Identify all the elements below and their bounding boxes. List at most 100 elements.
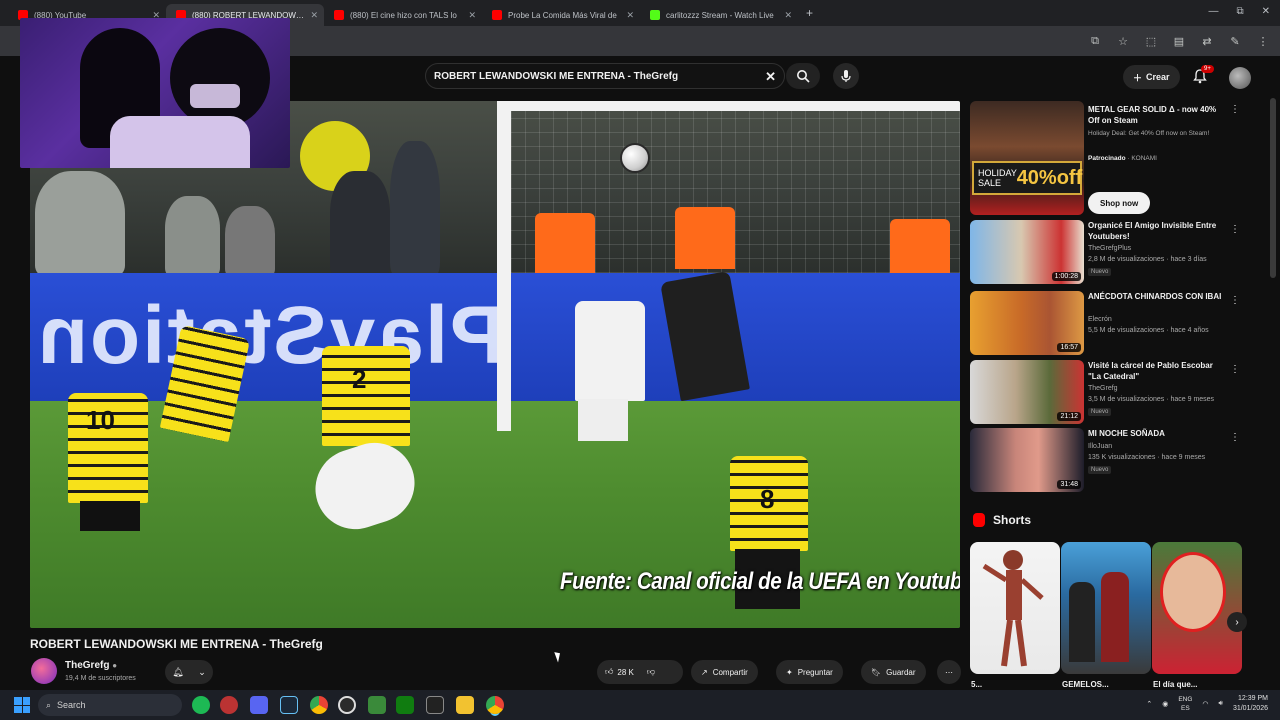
menu-icon[interactable]: ⋮ bbox=[1256, 34, 1270, 48]
clock-date: 31/01/2026 bbox=[1232, 705, 1268, 712]
duration-badge: 21:12 bbox=[1057, 412, 1081, 421]
browser-active-icon[interactable] bbox=[486, 696, 504, 714]
share-button[interactable]: ↗ Compartir bbox=[691, 660, 758, 684]
video-source-caption: Fuente: Canal oficial de la UEFA en Yout… bbox=[560, 568, 960, 595]
short-2[interactable] bbox=[1061, 542, 1151, 674]
screenshot-icon[interactable]: ⧉ bbox=[1088, 34, 1102, 48]
more-icon[interactable]: ⋮ bbox=[1230, 295, 1240, 306]
close-tab-icon[interactable]: ✕ bbox=[784, 10, 792, 21]
terminal-icon[interactable] bbox=[426, 696, 444, 714]
tray-app-icon[interactable]: ◉ bbox=[1162, 700, 1168, 708]
ad-thumbnail[interactable]: HOLIDAY SALE 40%off bbox=[970, 101, 1084, 215]
browser-tab-3[interactable]: (880) El cine hizo con TALS lo ✕ bbox=[324, 4, 482, 26]
search-query: ROBERT LEWANDOWSKI ME ENTRENA - TheGrefg bbox=[434, 70, 679, 82]
youtube-favicon-icon bbox=[492, 10, 502, 20]
create-button[interactable]: ＋ Crear bbox=[1123, 65, 1180, 89]
search-button[interactable] bbox=[786, 63, 820, 89]
share-icon: ↗ bbox=[701, 667, 708, 677]
like-dislike-group: 👍︎ 28 K 👎︎ bbox=[597, 660, 683, 684]
ask-button[interactable]: ✦ Preguntar bbox=[776, 660, 843, 684]
minimize-button[interactable]: — bbox=[1208, 6, 1218, 17]
close-tab-icon[interactable]: ✕ bbox=[468, 10, 476, 21]
region-code: ES bbox=[1181, 705, 1190, 712]
search-input[interactable]: ROBERT LEWANDOWSKI ME ENTRENA - TheGrefg… bbox=[425, 63, 785, 89]
browser-tab-5[interactable]: carlitozzz Stream - Watch Live ✕ bbox=[640, 4, 798, 26]
language-indicator[interactable]: ENG ES bbox=[1178, 695, 1192, 713]
translate-icon[interactable]: ⇄ bbox=[1200, 34, 1214, 48]
maximize-button[interactable]: ⧉ bbox=[1236, 6, 1243, 17]
extensions-icon[interactable]: ⬚ bbox=[1144, 34, 1158, 48]
channel-avatar[interactable] bbox=[31, 658, 57, 684]
sidebar-video-1[interactable]: 1:00:28 Organicé El Amigo Invisible Entr… bbox=[970, 220, 1270, 284]
browser-tab-4[interactable]: Probe La Comida Más Viral de ✕ bbox=[482, 4, 640, 26]
share-label: Compartir bbox=[712, 667, 748, 677]
voice-search-button[interactable] bbox=[833, 63, 859, 89]
save-button[interactable]: 🔖︎ Guardar bbox=[861, 660, 926, 684]
media-player-icon[interactable] bbox=[338, 696, 356, 714]
short-skeleton-figure bbox=[982, 550, 1044, 667]
sidebar-video-3[interactable]: 21:12 Visité la cárcel de Pablo Escobar … bbox=[970, 360, 1270, 424]
steam-icon[interactable] bbox=[280, 696, 298, 714]
volume-icon[interactable]: 🔊︎ bbox=[1219, 700, 1223, 708]
sidebar-video-2[interactable]: 16:57 ANÉCDOTA CHINARDOS CON IBAI Elecró… bbox=[970, 291, 1270, 355]
video-meta: 2,8 M de visualizaciones · hace 3 días bbox=[1088, 256, 1207, 263]
new-tab-button[interactable]: + bbox=[806, 6, 813, 20]
more-icon[interactable]: ⋮ bbox=[1230, 364, 1240, 375]
video-title: ANÉCDOTA CHINARDOS CON IBAI bbox=[1088, 292, 1222, 301]
wifi-icon[interactable]: ◠ bbox=[1202, 700, 1208, 708]
dislike-button[interactable]: 👎︎ bbox=[647, 667, 655, 677]
subscription-bell-button[interactable]: 🔔︎ ⌄ bbox=[165, 660, 213, 684]
bell-icon: 🔔︎ bbox=[172, 666, 184, 677]
ad-title[interactable]: METAL GEAR SOLID Δ - now 40% Off on Stea… bbox=[1088, 104, 1228, 126]
more-icon[interactable]: ⋮ bbox=[1230, 432, 1240, 443]
shorts-label: Shorts bbox=[993, 513, 1032, 527]
video-title: MI NOCHE SOÑADA bbox=[1088, 429, 1165, 438]
ad-more-icon[interactable]: ⋮ bbox=[1230, 104, 1240, 115]
short-3[interactable] bbox=[1152, 542, 1242, 674]
file-explorer-icon[interactable] bbox=[456, 696, 474, 714]
sidebar-video-4[interactable]: 31:48 MI NOCHE SOÑADA IlloJuan 135 K vis… bbox=[970, 428, 1270, 492]
page-scrollbar[interactable] bbox=[1270, 98, 1276, 278]
tray-chevron-icon[interactable]: ⌃ bbox=[1146, 700, 1152, 708]
short-caption: 5... bbox=[971, 680, 983, 689]
clear-search-icon[interactable]: ✕ bbox=[765, 69, 776, 85]
short-caption: El día que... bbox=[1153, 680, 1198, 689]
video-player[interactable]: PlayStation 10 2 8 Fuente: Canal oficial… bbox=[30, 101, 960, 628]
new-badge: Nuevo bbox=[1088, 466, 1112, 474]
ask-label: Preguntar bbox=[797, 667, 833, 677]
account-avatar[interactable] bbox=[1229, 67, 1251, 89]
taskbar-clock[interactable]: 12:39 PM 31/01/2026 bbox=[1233, 694, 1268, 714]
chrome-icon[interactable] bbox=[310, 696, 328, 714]
goal-post bbox=[497, 101, 511, 431]
tab-title: Probe La Comida Más Viral de bbox=[508, 10, 617, 20]
mouse-cursor-icon bbox=[554, 650, 563, 663]
ad-sale-text: HOLIDAY SALE bbox=[978, 168, 1017, 188]
bookmark-star-icon[interactable]: ☆ bbox=[1116, 34, 1130, 48]
spotify-icon[interactable] bbox=[192, 696, 210, 714]
edit-icon[interactable]: ✎ bbox=[1228, 34, 1242, 48]
notifications-button[interactable]: 9+ bbox=[1192, 65, 1214, 86]
video-title: Visité la cárcel de Pablo Escobar "La Ca… bbox=[1088, 361, 1213, 381]
sidebar-icon[interactable]: ▤ bbox=[1172, 34, 1186, 48]
channel-name[interactable]: TheGrefg ● bbox=[65, 660, 117, 671]
shorts-next-button[interactable]: › bbox=[1227, 612, 1247, 632]
close-tab-icon[interactable]: ✕ bbox=[626, 10, 634, 21]
webcam-person-right-hair bbox=[170, 28, 270, 128]
plus-icon: ＋ bbox=[1133, 72, 1143, 83]
xbox-icon[interactable] bbox=[396, 696, 414, 714]
short-1[interactable] bbox=[970, 542, 1060, 674]
streamer-webcam bbox=[20, 18, 290, 168]
shop-now-button[interactable]: Shop now bbox=[1088, 192, 1151, 214]
taskbar-search[interactable]: ⌕ Search bbox=[38, 694, 182, 716]
app-icon-green[interactable] bbox=[368, 696, 386, 714]
video-meta: 3,5 M de visualizaciones · hace 9 meses bbox=[1088, 396, 1215, 403]
app-icon-red[interactable] bbox=[220, 696, 238, 714]
discord-icon[interactable] bbox=[250, 696, 268, 714]
close-window-button[interactable]: ✕ bbox=[1262, 6, 1270, 17]
close-tab-icon[interactable]: ✕ bbox=[310, 10, 318, 21]
more-icon[interactable]: ⋮ bbox=[1230, 224, 1240, 235]
more-actions-button[interactable]: ⋯ bbox=[937, 660, 961, 684]
like-button[interactable]: 👍︎ 28 K bbox=[605, 667, 634, 677]
windows-start-icon[interactable] bbox=[14, 697, 30, 713]
video-channel: TheGrefgPlus bbox=[1088, 245, 1132, 252]
